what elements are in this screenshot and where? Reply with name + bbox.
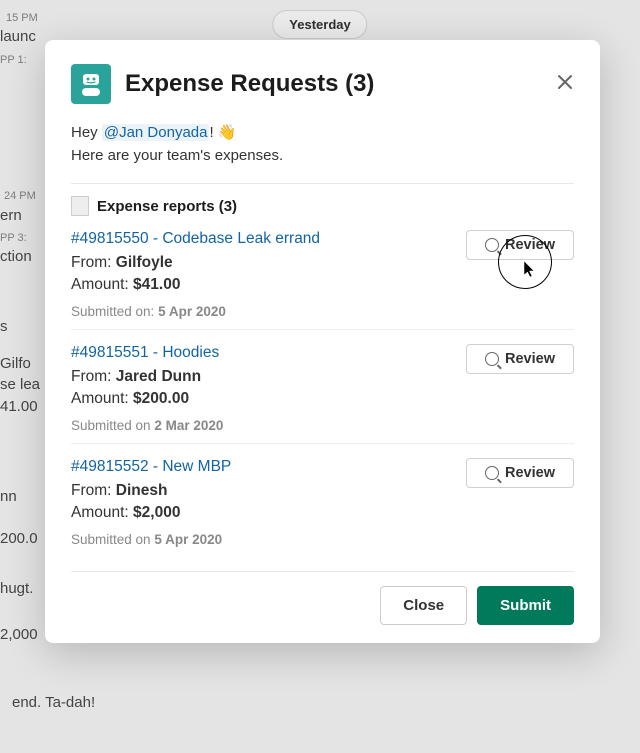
report-from: From: Gilfoyle xyxy=(71,254,466,272)
modal-title: Expense Requests (3) xyxy=(125,70,542,98)
report-title-link[interactable]: #49815550 - Codebase Leak errand xyxy=(71,230,466,248)
report-from: From: Dinesh xyxy=(71,482,466,500)
user-mention[interactable]: @Jan Donyada xyxy=(102,124,210,141)
greeting-suffix: ! 👋 xyxy=(209,124,236,141)
section-header-label: Expense reports (3) xyxy=(97,198,237,215)
modal-footer: Close Submit xyxy=(71,571,574,625)
expense-report: #49815550 - Codebase Leak errand From: G… xyxy=(71,224,574,321)
report-amount: Amount: $2,000 xyxy=(71,504,466,522)
bot-avatar-icon xyxy=(71,64,111,104)
report-amount: Amount: $200.00 xyxy=(71,390,466,408)
divider xyxy=(71,183,574,184)
magnifier-icon xyxy=(485,238,499,252)
report-submitted: Submitted on 2 Mar 2020 xyxy=(71,418,574,433)
magnifier-icon xyxy=(485,352,499,366)
report-title-link[interactable]: #49815551 - Hoodies xyxy=(71,344,466,362)
greeting-text: Hey @Jan Donyada! 👋 Here are your team's… xyxy=(71,122,574,167)
report-submitted: Submitted on: 5 Apr 2020 xyxy=(71,304,574,319)
expense-report: #49815552 - New MBP From: Dinesh Amount:… xyxy=(71,443,574,549)
magnifier-icon xyxy=(485,466,499,480)
submit-button[interactable]: Submit xyxy=(477,586,574,625)
close-icon[interactable] xyxy=(556,73,574,95)
document-icon xyxy=(71,196,89,216)
review-button[interactable]: Review xyxy=(466,458,574,488)
report-from: From: Jared Dunn xyxy=(71,368,466,386)
review-button[interactable]: Review xyxy=(466,344,574,374)
close-button[interactable]: Close xyxy=(380,586,467,625)
report-amount: Amount: $41.00 xyxy=(71,276,466,294)
expense-report: #49815551 - Hoodies From: Jared Dunn Amo… xyxy=(71,329,574,435)
report-submitted: Submitted on 5 Apr 2020 xyxy=(71,532,574,547)
greeting-line2: Here are your team's expenses. xyxy=(71,147,283,164)
review-button[interactable]: Review xyxy=(466,230,574,260)
report-title-link[interactable]: #49815552 - New MBP xyxy=(71,458,466,476)
greeting-prefix: Hey xyxy=(71,124,102,141)
section-header: Expense reports (3) xyxy=(71,196,574,216)
expense-requests-modal: Expense Requests (3) Hey @Jan Donyada! 👋… xyxy=(45,40,600,643)
modal-header: Expense Requests (3) xyxy=(71,64,574,104)
